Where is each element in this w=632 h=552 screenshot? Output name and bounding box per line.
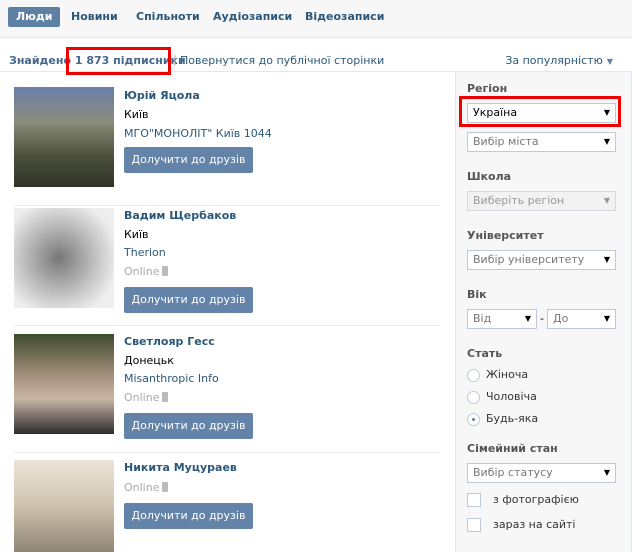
sort-dropdown[interactable]: За популярністю ▼ (505, 54, 613, 67)
online-label: Online (124, 481, 160, 494)
chevron-down-icon: ▼ (603, 196, 610, 205)
checkbox-label: зараз на сайті (493, 518, 576, 531)
search-filters-sidebar: Регіон Україна ▼ Вибір міста ▼ Школа Вибер… (455, 72, 632, 552)
region-label: Регіон (467, 82, 508, 95)
person-info: Misanthropic Info (124, 372, 219, 385)
divider (14, 452, 440, 453)
university-placeholder: Вибір університету (473, 253, 585, 266)
sex-label: Стать (467, 347, 503, 360)
school-label: Школа (467, 170, 512, 183)
chevron-down-icon: ▼ (603, 137, 610, 146)
school-select[interactable]: Виберіть регіон ▼ (467, 191, 616, 211)
highlight-box (66, 47, 171, 75)
person-name[interactable]: Никита Муцураев (124, 461, 237, 474)
separator: | (173, 53, 177, 66)
online-status: Online (124, 265, 169, 278)
age-to-select[interactable]: До ▼ (547, 309, 616, 329)
age-label: Вік (467, 288, 487, 301)
radio-label: Чоловіча (486, 390, 537, 403)
add-friend-button[interactable]: Долучити до друзів (124, 503, 253, 529)
person-name[interactable]: Светлояр Гесс (124, 335, 215, 348)
age-to-placeholder: До (553, 312, 569, 325)
chevron-down-icon: ▼ (603, 468, 610, 477)
add-friend-button[interactable]: Долучити до друзів (124, 287, 253, 313)
radio-button[interactable] (467, 412, 480, 426)
radio-button[interactable] (467, 390, 480, 404)
person-name[interactable]: Вадим Щербаков (124, 209, 236, 222)
sex-radio-female[interactable]: Жіноча (467, 367, 528, 383)
chevron-down-icon: ▼ (606, 57, 613, 66)
with-photo-checkbox[interactable]: з фотографією (467, 493, 579, 509)
add-friend-button[interactable]: Долучити до друзів (124, 413, 253, 439)
divider (14, 205, 440, 206)
sex-radio-male[interactable]: Чоловіча (467, 389, 537, 405)
tab-people[interactable]: Люди (8, 7, 61, 27)
person-city: Київ (124, 228, 149, 241)
checkbox[interactable] (467, 493, 481, 507)
online-label: Online (124, 391, 160, 404)
back-to-public-page-link[interactable]: Повернутися до публічної сторінки (180, 54, 384, 67)
avatar[interactable] (14, 87, 114, 187)
chevron-down-icon: ▼ (603, 255, 610, 264)
checkbox[interactable] (467, 518, 481, 532)
person-info: МГО"МОНОЛІТ" Київ 1044 (124, 127, 272, 140)
online-now-checkbox[interactable]: зараз на сайті (467, 518, 576, 534)
mobile-phone-icon (162, 392, 169, 402)
family-status-placeholder: Вибір статусу (473, 466, 553, 479)
tab-bar: Люди Новини Спільноти Аудіозаписи Відеоз… (0, 0, 632, 38)
age-from-select[interactable]: Від ▼ (467, 309, 537, 329)
person-city: Київ (124, 108, 149, 121)
avatar[interactable] (14, 460, 114, 552)
avatar[interactable] (14, 208, 114, 308)
sex-radio-any[interactable]: Будь-яка (467, 411, 538, 427)
radio-button[interactable] (467, 368, 480, 382)
radio-label: Будь-яка (486, 412, 539, 425)
highlight-box (459, 96, 621, 127)
age-dash: - (540, 312, 544, 325)
university-label: Університет (467, 229, 544, 242)
city-placeholder: Вибір міста (473, 135, 539, 148)
school-placeholder: Виберіть регіон (473, 194, 565, 207)
online-status: Online (124, 481, 169, 494)
city-select[interactable]: Вибір міста ▼ (467, 132, 616, 152)
tab-communities[interactable]: Спільноти (128, 7, 208, 27)
found-label: Знайдено (9, 54, 72, 67)
chevron-down-icon: ▼ (524, 314, 531, 323)
online-label: Online (124, 265, 160, 278)
divider (14, 325, 440, 326)
avatar[interactable] (14, 334, 114, 434)
family-status-select[interactable]: Вибір статусу ▼ (467, 463, 616, 483)
tab-video[interactable]: Відеозаписи (297, 7, 392, 27)
tab-audio[interactable]: Аудіозаписи (205, 7, 300, 27)
checkbox-label: з фотографією (493, 493, 579, 506)
chevron-down-icon: ▼ (603, 314, 610, 323)
person-city: Донецьк (124, 354, 174, 367)
age-from-placeholder: Від (473, 312, 492, 325)
tab-news[interactable]: Новини (63, 7, 126, 27)
person-name[interactable]: Юрій Яцола (124, 89, 200, 102)
person-info: Therion (124, 246, 166, 259)
mobile-phone-icon (162, 266, 169, 276)
mobile-phone-icon (162, 482, 169, 492)
university-select[interactable]: Вибір університету ▼ (467, 250, 616, 270)
sort-label: За популярністю (505, 54, 603, 67)
add-friend-button[interactable]: Долучити до друзів (124, 147, 253, 173)
family-status-label: Сімейний стан (467, 442, 558, 455)
online-status: Online (124, 391, 169, 404)
radio-label: Жіноча (486, 368, 529, 381)
